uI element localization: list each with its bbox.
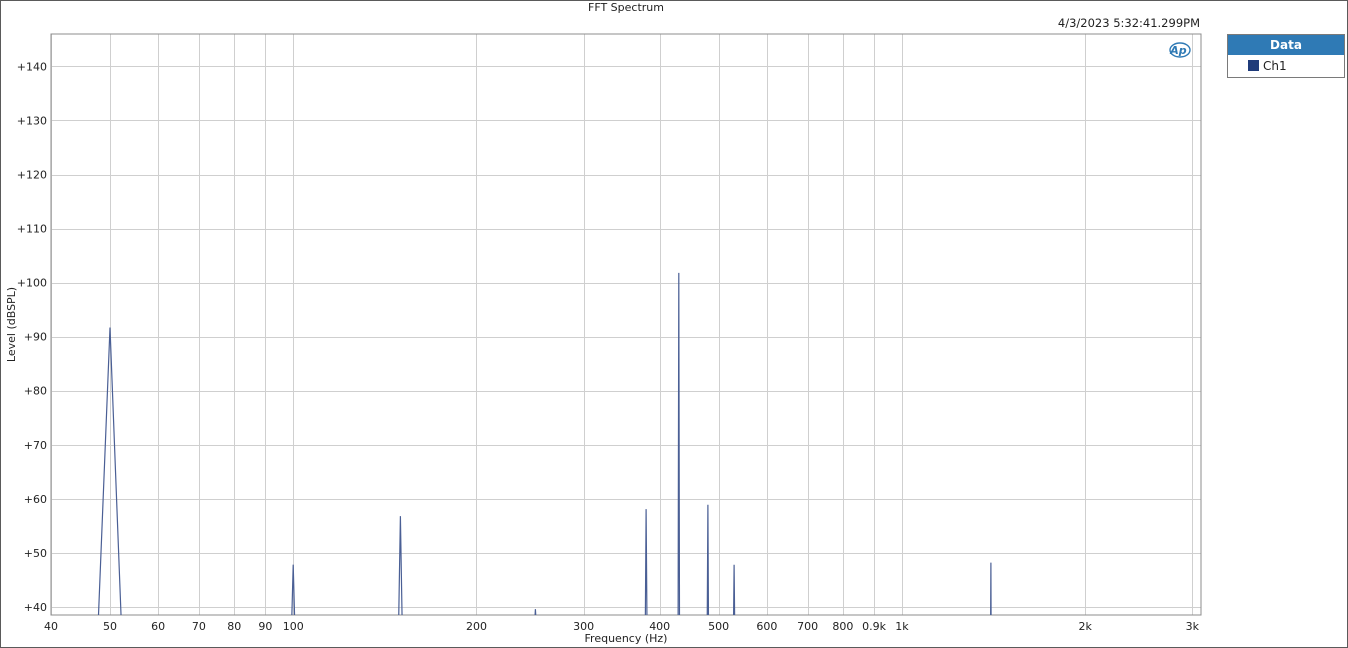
spectrum-peak xyxy=(97,327,122,615)
y-tick-label: +80 xyxy=(24,385,47,398)
fft-plot[interactable]: 40 50 60 70 80 90 100 200 300 400 500 600 700 800 0.9k… xyxy=(0,0,1348,648)
x-tick-label: 0.9k xyxy=(862,620,886,633)
y-tick-label: +40 xyxy=(24,601,47,614)
y-tick-label: +110 xyxy=(17,223,47,236)
y-tick-label: +50 xyxy=(24,547,47,560)
x-tick-label: 50 xyxy=(103,620,117,633)
spectrum-peak xyxy=(677,272,681,615)
y-tick-label: +90 xyxy=(24,331,47,344)
legend-label-ch1: Ch1 xyxy=(1263,58,1287,73)
audio-precision-logo: Ap xyxy=(1169,42,1191,58)
y-tick-label: +140 xyxy=(17,60,47,73)
x-tick-label: 90 xyxy=(258,620,272,633)
logo-text: Ap xyxy=(1169,44,1187,57)
x-tick-label: 800 xyxy=(832,620,853,633)
x-tick-label: 1k xyxy=(895,620,909,633)
grid xyxy=(51,34,1201,615)
x-axis-title: Frequency (Hz) xyxy=(585,632,668,645)
y-tick-label: +70 xyxy=(24,439,47,452)
y-axis-title: Level (dBSPL) xyxy=(5,287,18,362)
legend-panel: Data Ch1 xyxy=(1227,34,1345,78)
x-tick-label: 200 xyxy=(466,620,487,633)
x-tick-label: 70 xyxy=(192,620,206,633)
y-tick-label: +60 xyxy=(24,493,47,506)
plot-area-border xyxy=(50,33,1202,616)
x-tick-label: 2k xyxy=(1078,620,1092,633)
y-tick-label: +130 xyxy=(17,114,47,127)
x-tick-label: 3k xyxy=(1186,620,1200,633)
spectrum-peak xyxy=(398,516,403,615)
x-tick-label: 80 xyxy=(227,620,241,633)
x-tick-label: 100 xyxy=(283,620,304,633)
series-layer xyxy=(97,272,992,615)
x-tick-label: 40 xyxy=(44,620,58,633)
legend-entry-ch1[interactable]: Ch1 xyxy=(1228,55,1344,76)
y-axis-ticks: +40 +50 +60 +70 +80 +90 +100 +110 +120 +130 +140 xyxy=(17,60,47,613)
x-tick-label: 500 xyxy=(708,620,729,633)
y-tick-label: +100 xyxy=(17,277,47,290)
x-tick-label: 60 xyxy=(151,620,165,633)
y-tick-label: +120 xyxy=(17,169,47,182)
x-tick-label: 600 xyxy=(756,620,777,633)
spectrum-peak xyxy=(706,504,710,615)
legend-header: Data xyxy=(1228,35,1344,55)
spectrum-peak xyxy=(732,564,736,615)
spectrum-peak xyxy=(990,562,992,615)
x-tick-label: 700 xyxy=(797,620,818,633)
spectrum-peak xyxy=(534,609,537,615)
legend-swatch-ch1 xyxy=(1248,60,1259,71)
